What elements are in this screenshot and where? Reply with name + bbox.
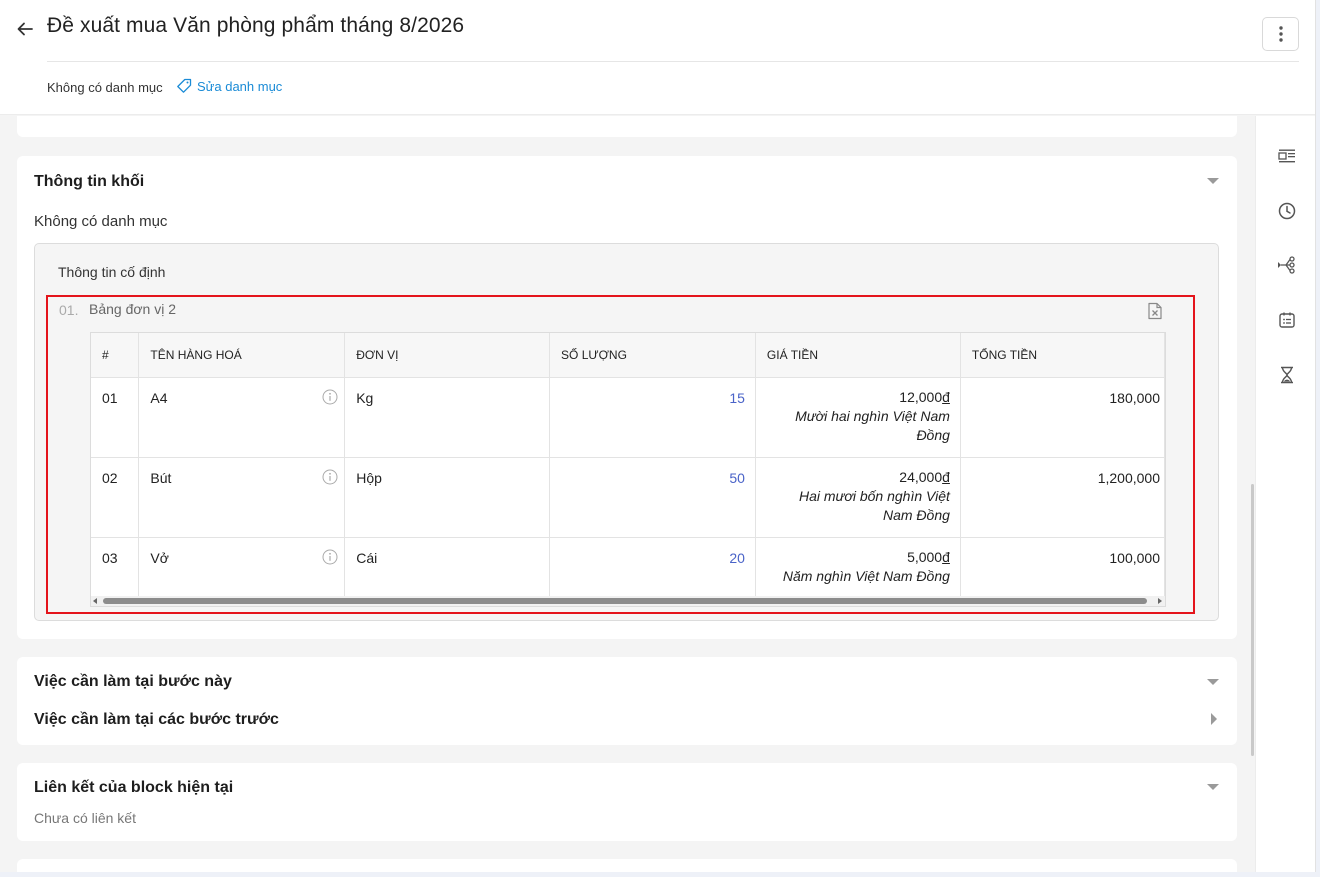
price-in-words: Hai mươi bốn nghìn Việt Nam Đồng <box>798 487 950 523</box>
fixed-info-box: Thông tin cố định 01. Bảng đơn vị 2 # TÊ… <box>34 243 1219 621</box>
price-amount: 12,000đ <box>767 388 950 407</box>
price-amount: 24,000đ <box>767 468 950 487</box>
tag-icon <box>177 78 192 93</box>
table-index: 01. <box>59 302 79 318</box>
quantity-cell: 15 <box>549 377 756 458</box>
category-label: Không có danh mục <box>47 80 163 95</box>
column-header-total: TỔNG TIỀN <box>960 333 1165 378</box>
table-row: 01 A4 Kg 15 12,000đ Mười hai nghìn Việt … <box>91 377 1165 458</box>
main-content: Thông tin khối Không có danh mục Thông t… <box>0 116 1253 872</box>
price-value: 24,000 <box>899 468 943 485</box>
item-name-cell: A4 <box>138 377 346 458</box>
column-header-quantity: SỐ LƯỢNG <box>549 333 756 378</box>
block-info-collapse-icon[interactable] <box>1207 178 1219 184</box>
table-row: 02 Bút Hộp 50 24,000đ Hai mươi bốn nghìn… <box>91 457 1165 538</box>
price-in-words: Năm nghìn Việt Nam Đồng <box>782 567 950 584</box>
block-info-title: Thông tin khối <box>34 173 145 190</box>
price-cell: 12,000đ Mười hai nghìn Việt Nam Đồng <box>755 377 961 458</box>
links-card: Liên kết của block hiện tại Chưa có liên… <box>17 763 1237 841</box>
todo-current-collapse-icon[interactable] <box>1207 679 1219 685</box>
links-title: Liên kết của block hiện tại <box>34 779 234 796</box>
item-name: Bút <box>150 469 172 486</box>
todo-card: Việc cần làm tại bước này Việc cần làm t… <box>17 657 1237 745</box>
row-number: 02 <box>91 457 140 538</box>
price-cell: 24,000đ Hai mươi bốn nghìn Việt Nam Đồng <box>755 457 961 538</box>
todo-current-step-title[interactable]: Việc cần làm tại bước này <box>34 673 232 691</box>
price-value: 5,000 <box>907 548 943 565</box>
more-options-button[interactable] <box>1262 17 1299 51</box>
quantity-cell: 50 <box>549 457 756 538</box>
links-empty-text: Chưa có liên kết <box>34 810 136 826</box>
todo-previous-steps-title[interactable]: Việc cần làm tại các bước trước <box>34 711 279 729</box>
column-header-index: # <box>91 333 140 378</box>
items-table: # TÊN HÀNG HOÁ ĐƠN VỊ SỐ LƯỢNG GIÁ TIỀN … <box>91 333 1165 606</box>
unit-cell: Hộp <box>344 457 551 538</box>
row-number: 01 <box>91 377 140 458</box>
previous-section-card <box>17 116 1237 137</box>
fixed-info-title: Thông tin cố định <box>58 264 166 280</box>
table-name: Bảng đơn vị 2 <box>89 301 177 317</box>
total-cell: 180,000 <box>960 377 1165 458</box>
block-category-text: Không có danh mục <box>34 213 168 230</box>
next-section-card <box>17 859 1237 872</box>
item-name-cell: Bút <box>138 457 346 538</box>
currency-symbol: đ <box>942 548 950 565</box>
table-horizontal-scrollbar[interactable] <box>91 596 1165 606</box>
back-button[interactable] <box>14 18 36 40</box>
info-icon[interactable] <box>322 469 338 485</box>
history-clock-icon[interactable] <box>1276 200 1298 222</box>
info-icon[interactable] <box>322 549 338 565</box>
page-header: Đề xuất mua Văn phòng phẩm tháng 8/2026 … <box>0 0 1315 115</box>
edit-category-label: Sửa danh mục <box>197 78 283 94</box>
task-list-icon[interactable] <box>1276 309 1298 331</box>
scroll-left-arrow-icon[interactable] <box>93 598 97 604</box>
currency-symbol: đ <box>942 468 950 485</box>
column-header-item: TÊN HÀNG HOÁ <box>138 333 346 378</box>
scroll-right-arrow-icon[interactable] <box>1158 598 1162 604</box>
item-name: A4 <box>150 389 168 406</box>
workflow-branch-icon[interactable] <box>1276 254 1298 276</box>
price-amount: 5,000đ <box>767 548 950 567</box>
column-header-unit: ĐƠN VỊ <box>344 333 551 378</box>
scrollbar-thumb[interactable] <box>103 598 1147 604</box>
total-cell: 1,200,000 <box>960 457 1165 538</box>
page-title: Đề xuất mua Văn phòng phẩm tháng 8/2026 <box>47 14 465 37</box>
block-info-card: Thông tin khối Không có danh mục Thông t… <box>17 156 1237 639</box>
price-in-words: Mười hai nghìn Việt Nam Đồng <box>795 407 950 443</box>
arrow-left-icon <box>17 22 33 36</box>
app-window: Đề xuất mua Văn phòng phẩm tháng 8/2026 … <box>0 0 1316 872</box>
export-excel-icon[interactable] <box>1147 302 1163 320</box>
info-icon[interactable] <box>322 389 338 405</box>
main-vertical-scrollbar[interactable] <box>1251 484 1254 756</box>
column-header-price: GIÁ TIỀN <box>755 333 961 378</box>
price-value: 12,000 <box>899 388 943 405</box>
header-divider <box>47 61 1299 62</box>
links-collapse-icon[interactable] <box>1207 784 1219 790</box>
table-header-row: # TÊN HÀNG HOÁ ĐƠN VỊ SỐ LƯỢNG GIÁ TIỀN … <box>91 333 1165 378</box>
item-name: Vở <box>150 549 169 566</box>
edit-category-link[interactable]: Sửa danh mục <box>176 78 282 94</box>
table-highlight-frame: 01. Bảng đơn vị 2 # TÊN HÀNG HOÁ ĐƠN VỊ … <box>46 295 1195 614</box>
hourglass-icon[interactable] <box>1276 364 1298 386</box>
todo-previous-expand-icon[interactable] <box>1211 713 1217 725</box>
more-vertical-icon <box>1278 26 1283 42</box>
unit-cell: Kg <box>344 377 551 458</box>
currency-symbol: đ <box>942 388 950 405</box>
detail-panel-icon[interactable] <box>1276 145 1298 167</box>
right-sidebar <box>1255 116 1315 872</box>
items-table-container: # TÊN HÀNG HOÁ ĐƠN VỊ SỐ LƯỢNG GIÁ TIỀN … <box>90 332 1166 607</box>
